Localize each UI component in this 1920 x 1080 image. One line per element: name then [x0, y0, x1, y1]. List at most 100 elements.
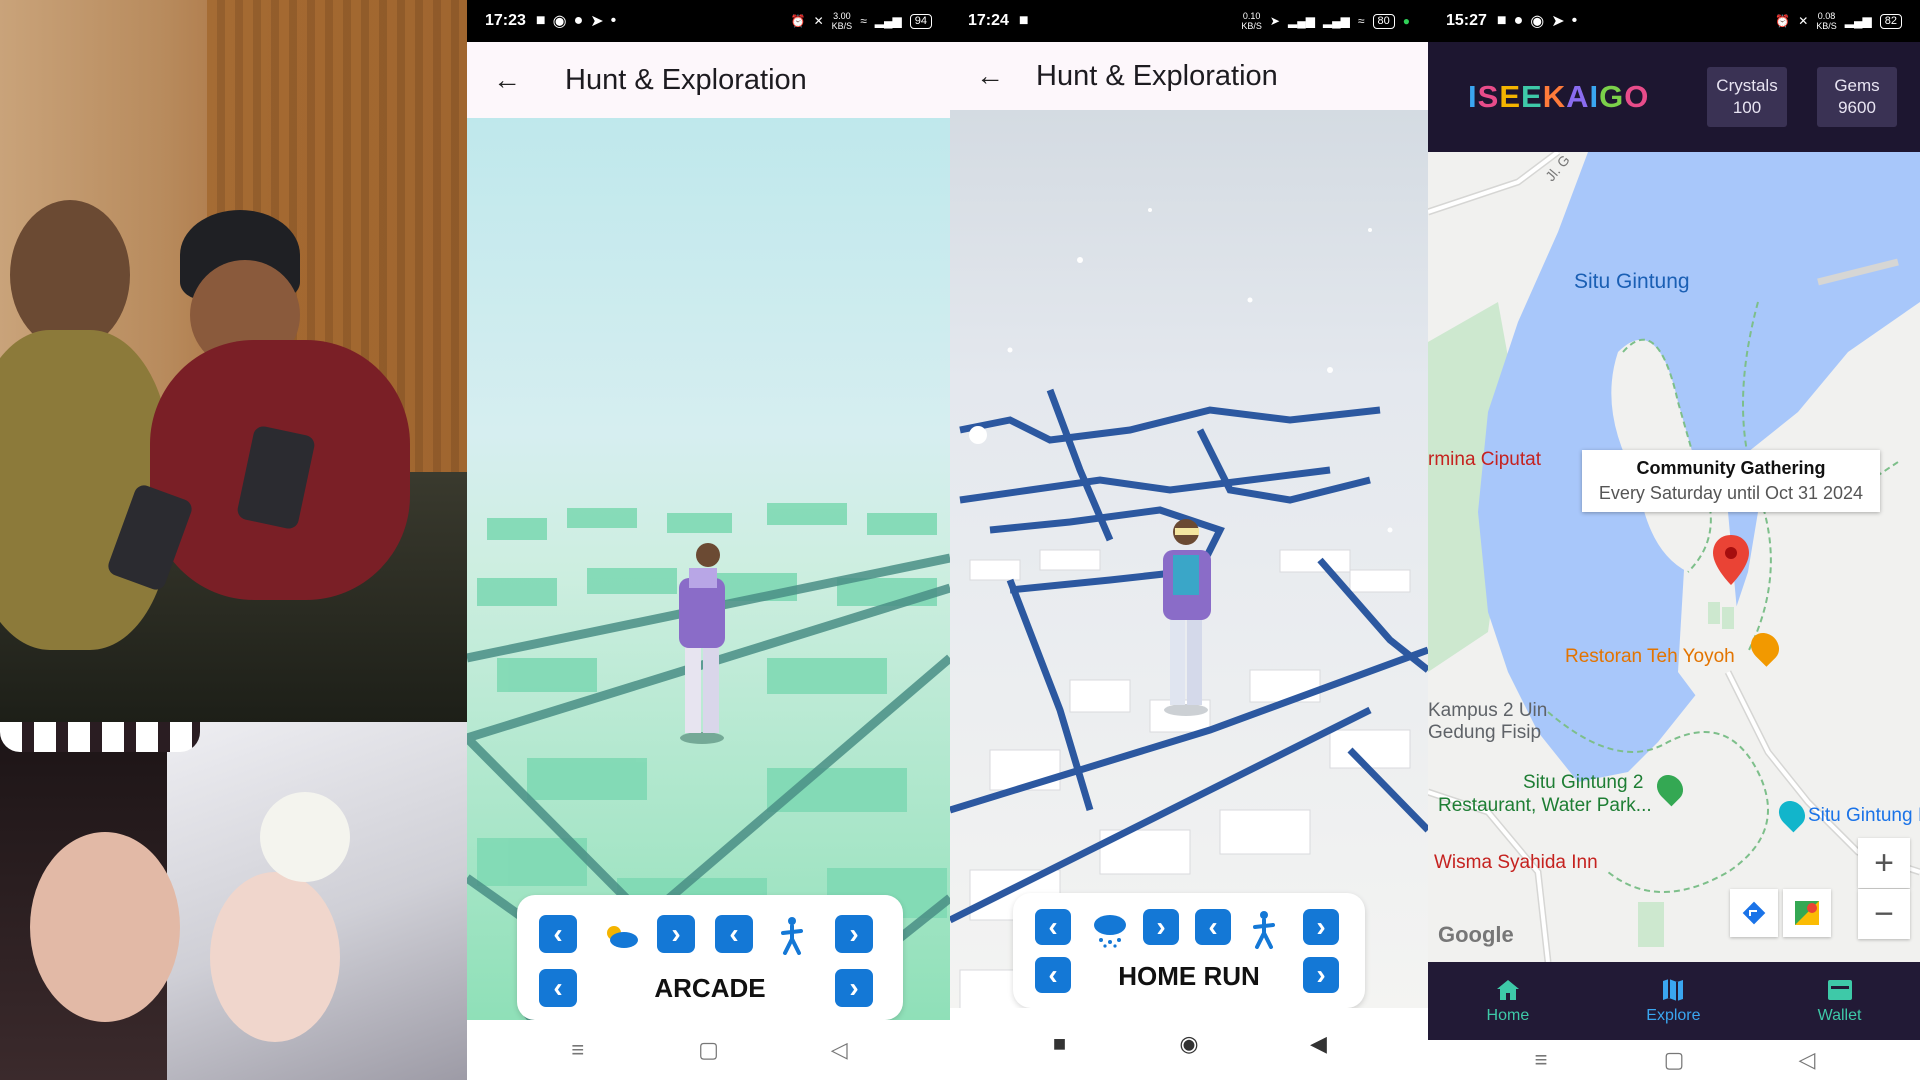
movement-prev-button[interactable]: ‹	[715, 915, 753, 953]
recents-square-icon[interactable]: ■	[1040, 1031, 1080, 1057]
location-icon: ➤	[1269, 14, 1280, 28]
chat-icon: ●	[1513, 12, 1524, 29]
place-label[interactable]: rmina Ciputat	[1428, 449, 1541, 471]
menu-icon[interactable]: ≡	[558, 1037, 598, 1063]
cosplayer-left-face	[30, 832, 180, 1022]
movement-next-button[interactable]: ›	[1303, 909, 1339, 945]
place-label[interactable]: Gedung Fisip	[1428, 722, 1541, 744]
crystals-stat[interactable]: Crystals 100	[1707, 67, 1787, 127]
notification-icons: ■ ● ◉ ➤ •	[1497, 11, 1577, 31]
photo-cosplayers	[0, 722, 467, 1080]
game-map-view[interactable]	[950, 110, 1428, 1020]
mode-next-button[interactable]: ›	[835, 969, 873, 1007]
game-map-view[interactable]	[467, 118, 950, 1020]
flower-headband	[0, 722, 200, 752]
menu-icon[interactable]: ≡	[1521, 1047, 1561, 1073]
dot-icon: •	[610, 12, 617, 29]
nav-wallet-label: Wallet	[1817, 1007, 1862, 1024]
snow-cloud-icon	[1089, 909, 1131, 951]
gems-stat[interactable]: Gems 9600	[1817, 67, 1897, 127]
place-label[interactable]: Restaurant, Water Park...	[1438, 795, 1652, 817]
home-square-icon[interactable]: ▢	[689, 1037, 729, 1063]
signal-icon: ▂▄▆	[1322, 14, 1350, 28]
phone-screen-arcade: 17:23 ■ ◉ ● ➤ • ⏰ ✕ 3.00 KB/S ≈ ▂▄▆ 94 ←…	[467, 0, 950, 1080]
zoom-in-button[interactable]: +	[1858, 838, 1910, 888]
google-maps-icon	[1795, 901, 1819, 925]
google-attribution: Google	[1438, 922, 1514, 947]
battery-level: 94	[909, 13, 932, 29]
weather-prev-button[interactable]: ‹	[539, 915, 577, 953]
logo-letter: O	[1624, 79, 1650, 114]
weather-next-button[interactable]: ›	[657, 915, 695, 953]
back-triangle-icon[interactable]: ◁	[819, 1037, 859, 1063]
mode-prev-button[interactable]: ‹	[539, 969, 577, 1007]
photo-collage	[0, 0, 467, 1080]
network-speed-value: 0.08	[1817, 11, 1836, 21]
nav-explore-label: Explore	[1646, 1007, 1701, 1024]
back-arrow-icon[interactable]: ←	[489, 62, 525, 98]
network-speed: 3.00 KB/S	[832, 11, 853, 31]
status-time: 17:23	[485, 12, 526, 29]
weather-movement-row: ‹ › ‹ ›	[1013, 909, 1365, 955]
place-label[interactable]: Situ Gintung I	[1808, 805, 1920, 827]
event-marker-icon[interactable]	[1711, 535, 1751, 587]
back-triangle-icon[interactable]: ◁	[1787, 1047, 1827, 1073]
logo-letter: A	[1566, 79, 1590, 114]
app-bar: ← Hunt & Exploration	[950, 42, 1428, 110]
nav-wallet[interactable]: Wallet	[1817, 977, 1862, 1025]
place-label[interactable]: Restoran Teh Yoyoh	[1565, 646, 1735, 668]
google-map[interactable]: Jl. G Situ Gintung rmina Ciputat Restora…	[1428, 152, 1920, 962]
logo-letter: G	[1599, 79, 1625, 114]
system-icons: 0.10 KB/S ➤ ▂▄▆ ▂▄▆ ≈ 80 ●	[1241, 11, 1410, 31]
home-square-icon[interactable]: ▢	[1654, 1047, 1694, 1073]
zoom-out-button[interactable]: −	[1858, 889, 1910, 939]
app-header: ISEEKAIGO Crystals 100 Gems 9600	[1428, 42, 1920, 152]
home-icon	[1493, 977, 1523, 1003]
system-icons: ⏰ ✕ 0.08 KB/S ▂▄▆ 82	[1775, 11, 1902, 31]
flower-hairpiece	[260, 792, 350, 882]
network-speed: 0.10 KB/S	[1241, 11, 1262, 31]
weather-next-button[interactable]: ›	[1143, 909, 1179, 945]
event-schedule: Every Saturday until Oct 31 2024	[1598, 483, 1864, 503]
facebook-icon: ■	[535, 12, 546, 29]
mode-prev-button[interactable]: ‹	[1035, 957, 1071, 993]
facebook-icon: ■	[1496, 12, 1507, 29]
alarm-icon: ⏰	[1775, 14, 1791, 28]
mode-row: ‹ HOME RUN ›	[1013, 957, 1365, 1003]
page-title: Hunt & Exploration	[565, 63, 807, 96]
snowy-city-scene	[950, 110, 1428, 1020]
mode-label: HOME RUN	[1118, 961, 1260, 991]
mode-next-button[interactable]: ›	[1303, 957, 1339, 993]
event-info-window[interactable]: Community Gathering Every Saturday until…	[1582, 450, 1880, 512]
phone-screen-explore-map: 15:27 ■ ● ◉ ➤ • ⏰ ✕ 0.08 KB/S ▂▄▆ 82 ISE…	[1428, 0, 1920, 1080]
place-label[interactable]: Situ Gintung 2	[1523, 772, 1643, 794]
lake-label: Situ Gintung	[1574, 270, 1690, 293]
place-label[interactable]: Wisma Syahida Inn	[1434, 852, 1598, 874]
cosplayer-right-face	[210, 872, 340, 1042]
weather-prev-button[interactable]: ‹	[1035, 909, 1071, 945]
directions-button[interactable]	[1730, 889, 1778, 937]
open-in-maps-button[interactable]	[1783, 889, 1831, 937]
nav-explore[interactable]: Explore	[1646, 977, 1701, 1025]
movement-prev-button[interactable]: ‹	[1195, 909, 1231, 945]
nav-home[interactable]: Home	[1487, 977, 1529, 1025]
logo-letter: K	[1542, 79, 1567, 114]
mode-controls: ‹ › ‹ › ‹ HOME RUN ›	[1013, 893, 1365, 1008]
notification-icons: ■ ◉ ● ➤ •	[536, 11, 616, 31]
mute-icon: ✕	[813, 14, 824, 28]
home-circle-icon[interactable]: ◉	[1169, 1031, 1209, 1057]
status-bar: 17:23 ■ ◉ ● ➤ • ⏰ ✕ 3.00 KB/S ≈ ▂▄▆ 94	[467, 0, 950, 42]
back-triangle-icon[interactable]: ◀	[1299, 1031, 1339, 1057]
logo-letter: S	[1477, 79, 1500, 114]
walking-person-icon	[1243, 909, 1285, 951]
movement-next-button[interactable]: ›	[835, 915, 873, 953]
place-label[interactable]: Kampus 2 Uin	[1428, 700, 1547, 722]
wifi-icon: ≈	[1357, 14, 1365, 28]
back-arrow-icon[interactable]: ←	[972, 58, 1008, 94]
signal-icon: ▂▄▆	[874, 14, 902, 28]
map-icon	[1658, 977, 1688, 1003]
directions-icon	[1742, 901, 1766, 925]
status-bar: 17:24 ■ 0.10 KB/S ➤ ▂▄▆ ▂▄▆ ≈ 80 ●	[950, 0, 1428, 42]
telegram-icon: ➤	[590, 13, 604, 30]
network-speed-value: 3.00	[833, 11, 851, 21]
